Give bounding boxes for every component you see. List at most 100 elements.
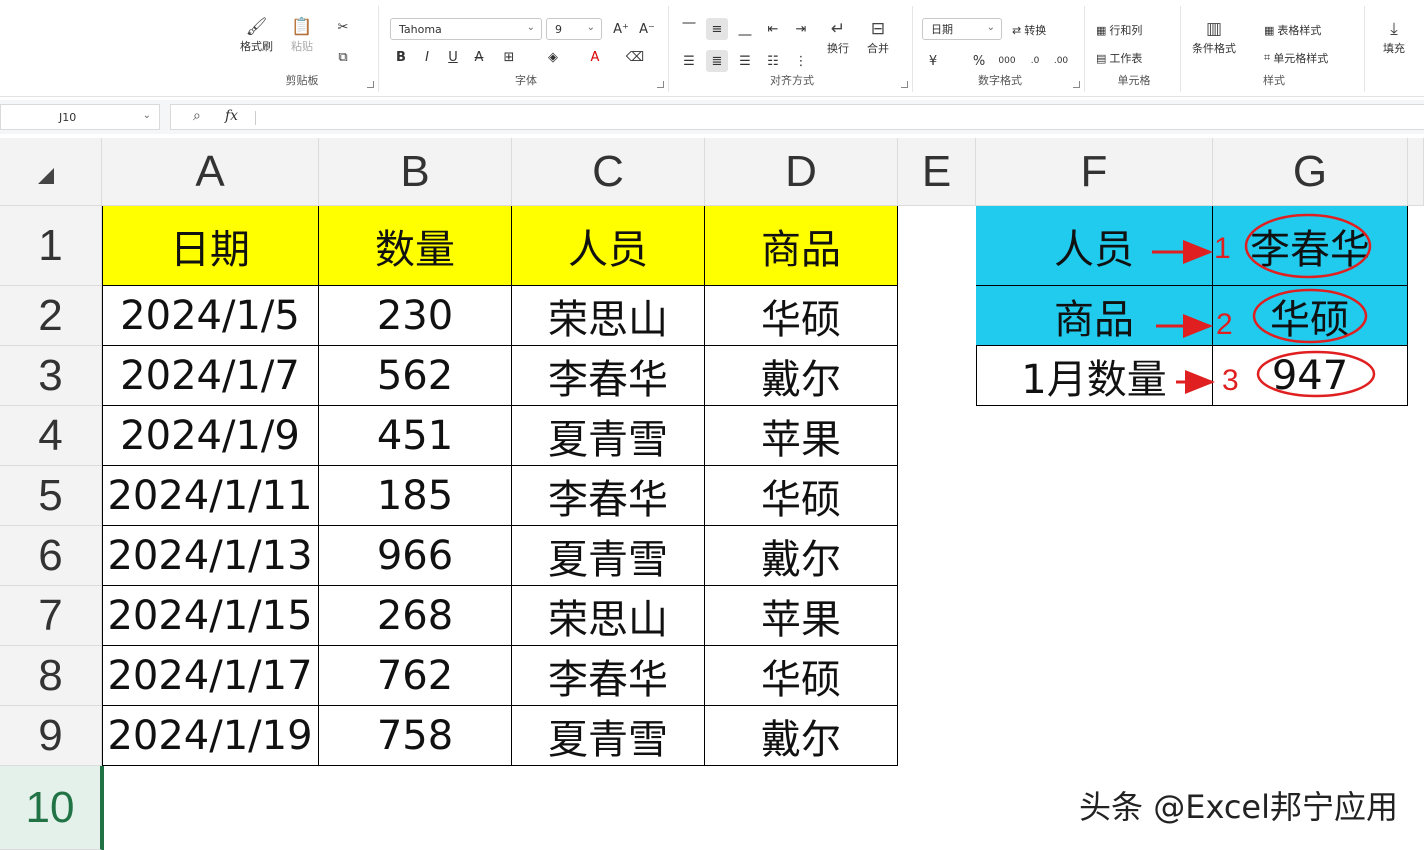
formula-input[interactable]: ⌕ fx: [170, 104, 1424, 130]
table-cell[interactable]: 2024/1/7: [102, 346, 319, 406]
column-header-b[interactable]: B: [319, 138, 512, 206]
table-cell[interactable]: 荣思山: [512, 286, 705, 346]
conditional-format-button[interactable]: ▥ 条件格式: [1192, 18, 1236, 56]
table-cell[interactable]: 戴尔: [705, 706, 898, 766]
header-cell-date[interactable]: 日期: [102, 206, 319, 286]
table-cell[interactable]: 苹果: [705, 406, 898, 466]
row-header-10[interactable]: 10: [0, 766, 102, 850]
table-cell[interactable]: 戴尔: [705, 526, 898, 586]
lookup-label-product[interactable]: 商品: [976, 286, 1213, 346]
column-header-d[interactable]: D: [705, 138, 898, 206]
row-header-1[interactable]: 1: [0, 206, 102, 286]
zoom-icon[interactable]: ⌕: [193, 108, 201, 124]
align-bottom-icon[interactable]: ⎽: [734, 18, 756, 40]
number-format-combo[interactable]: 日期 ⌄: [922, 18, 1002, 40]
row-header-6[interactable]: 6: [0, 526, 102, 586]
worksheet-button[interactable]: ▤ 工作表: [1096, 50, 1142, 66]
column-header-c[interactable]: C: [512, 138, 705, 206]
number-launcher[interactable]: [1073, 81, 1080, 88]
font-launcher[interactable]: [657, 81, 664, 88]
alignment-launcher[interactable]: [901, 81, 908, 88]
copy-icon[interactable]: ⧉: [332, 46, 354, 68]
lookup-value-product[interactable]: 华硕: [1213, 286, 1408, 346]
italic-button[interactable]: I: [416, 46, 438, 68]
column-header-a[interactable]: A: [102, 138, 319, 206]
cell-style-button[interactable]: ⌗ 单元格样式: [1264, 50, 1328, 66]
justify-icon[interactable]: ☷: [762, 50, 784, 72]
table-style-button[interactable]: ▦ 表格样式: [1264, 22, 1321, 38]
increase-font-icon[interactable]: A⁺: [610, 18, 632, 40]
format-painter-button[interactable]: 🖌 格式刷: [240, 16, 273, 54]
spreadsheet-grid[interactable]: A B C D E F G 1 2 3 4 5 6 7 8 9 10 日期 数量…: [0, 138, 1424, 850]
row-header-7[interactable]: 7: [0, 586, 102, 646]
lookup-label-person[interactable]: 人员: [976, 206, 1213, 286]
fill-color-icon[interactable]: ◈: [542, 46, 564, 68]
row-header-3[interactable]: 3: [0, 346, 102, 406]
table-cell[interactable]: 华硕: [705, 466, 898, 526]
percent-button[interactable]: %: [968, 50, 990, 72]
rows-cols-button[interactable]: ▦ 行和列: [1096, 22, 1142, 38]
table-cell[interactable]: 2024/1/13: [102, 526, 319, 586]
row-header-5[interactable]: 5: [0, 466, 102, 526]
table-cell[interactable]: 451: [319, 406, 512, 466]
column-header-h[interactable]: [1408, 138, 1424, 206]
table-cell[interactable]: 夏青雪: [512, 706, 705, 766]
indent-icon[interactable]: ⇥: [790, 18, 812, 40]
table-cell[interactable]: 2024/1/5: [102, 286, 319, 346]
table-cell[interactable]: 李春华: [512, 466, 705, 526]
table-cell[interactable]: 夏青雪: [512, 526, 705, 586]
fx-icon[interactable]: fx: [225, 108, 238, 124]
font-color-icon[interactable]: A: [584, 46, 606, 68]
paste-button[interactable]: 📋 粘贴: [290, 16, 314, 54]
underline-button[interactable]: U: [442, 46, 464, 68]
row-header-9[interactable]: 9: [0, 706, 102, 766]
table-cell[interactable]: 562: [319, 346, 512, 406]
table-cell[interactable]: 李春华: [512, 646, 705, 706]
font-name-combo[interactable]: Tahoma ⌄: [390, 18, 542, 40]
bold-button[interactable]: B: [390, 46, 412, 68]
column-header-f[interactable]: F: [976, 138, 1213, 206]
table-cell[interactable]: 758: [319, 706, 512, 766]
align-top-icon[interactable]: ⎺: [678, 18, 700, 40]
align-center-icon[interactable]: ≣: [706, 50, 728, 72]
header-cell-product[interactable]: 商品: [705, 206, 898, 286]
thousands-button[interactable]: 000: [996, 50, 1018, 72]
font-size-combo[interactable]: 9 ⌄: [546, 18, 602, 40]
table-cell[interactable]: 2024/1/17: [102, 646, 319, 706]
lookup-value-person[interactable]: 李春华: [1213, 206, 1408, 286]
align-middle-icon[interactable]: ≡: [706, 18, 728, 40]
header-cell-person[interactable]: 人员: [512, 206, 705, 286]
select-all-corner[interactable]: [0, 138, 102, 206]
table-cell[interactable]: 2024/1/11: [102, 466, 319, 526]
lookup-value-quantity[interactable]: 947: [1213, 346, 1408, 406]
distributed-icon[interactable]: ⋮: [790, 50, 812, 72]
table-cell[interactable]: 185: [319, 466, 512, 526]
table-cell[interactable]: 762: [319, 646, 512, 706]
table-cell[interactable]: 李春华: [512, 346, 705, 406]
align-right-icon[interactable]: ☰: [734, 50, 756, 72]
column-header-e[interactable]: E: [898, 138, 976, 206]
fill-button[interactable]: ⤓ 填充: [1382, 18, 1406, 56]
strikethrough-button[interactable]: A: [468, 46, 490, 68]
name-box[interactable]: J10 ⌄: [0, 104, 160, 130]
table-cell[interactable]: 2024/1/19: [102, 706, 319, 766]
row-header-4[interactable]: 4: [0, 406, 102, 466]
align-left-icon[interactable]: ☰: [678, 50, 700, 72]
table-cell[interactable]: 荣思山: [512, 586, 705, 646]
outdent-icon[interactable]: ⇤: [762, 18, 784, 40]
table-cell[interactable]: 华硕: [705, 286, 898, 346]
increase-decimal-icon[interactable]: .0: [1024, 50, 1046, 72]
table-cell[interactable]: 966: [319, 526, 512, 586]
decrease-decimal-icon[interactable]: .00: [1050, 50, 1072, 72]
convert-button[interactable]: ⇄ 转换: [1012, 22, 1046, 38]
lookup-label-quantity[interactable]: 1月数量: [976, 346, 1213, 406]
clipboard-launcher[interactable]: [367, 81, 374, 88]
table-cell[interactable]: 夏青雪: [512, 406, 705, 466]
row-header-8[interactable]: 8: [0, 646, 102, 706]
wrap-text-button[interactable]: ↵ 换行: [826, 18, 850, 56]
merge-button[interactable]: ⊟ 合并: [866, 18, 890, 56]
row-header-2[interactable]: 2: [0, 286, 102, 346]
clear-format-icon[interactable]: ⌫: [624, 46, 646, 68]
table-cell[interactable]: 苹果: [705, 586, 898, 646]
header-cell-quantity[interactable]: 数量: [319, 206, 512, 286]
